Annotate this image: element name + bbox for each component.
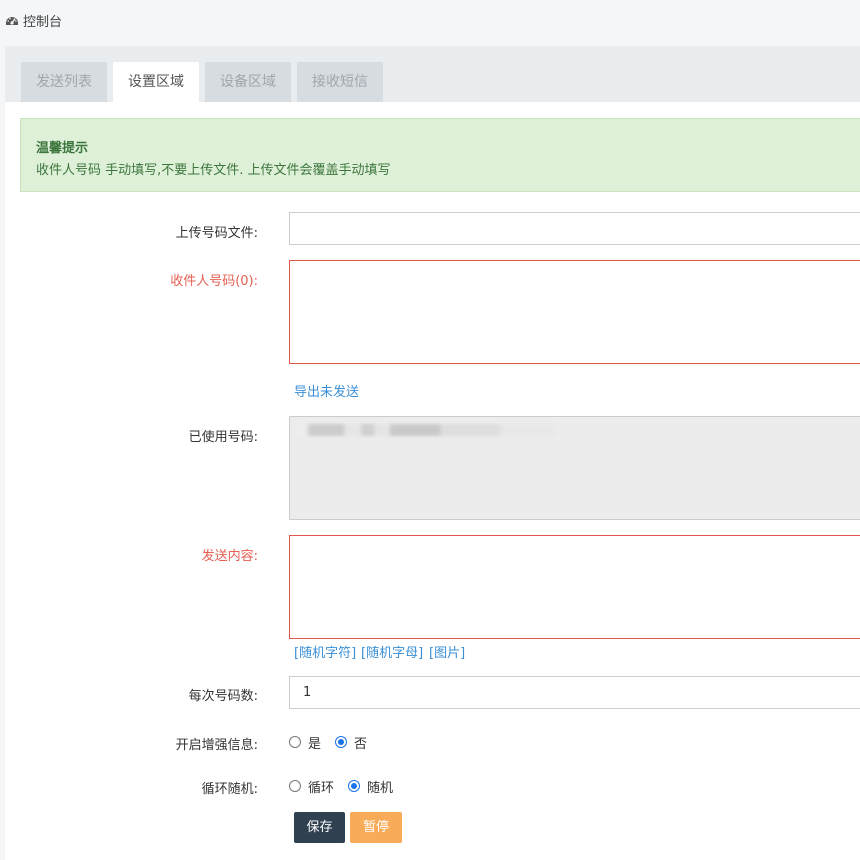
- upload-label: 上传号码文件:: [175, 226, 258, 241]
- insert-random-letters-link[interactable]: [随机字母]: [361, 642, 423, 661]
- enhanced-no-label: 否: [354, 736, 368, 752]
- tab-settings[interactable]: 设置区域: [113, 62, 199, 102]
- loop-radio-group: 循环 随机: [289, 776, 407, 796]
- loop-random-radio[interactable]: [348, 780, 361, 792]
- enhanced-yes-label: 是: [308, 736, 322, 752]
- redacted-numbers: [295, 424, 555, 436]
- tab-receive-sms[interactable]: 接收短信: [297, 62, 383, 102]
- loop-cycle-radio[interactable]: [289, 780, 301, 792]
- recipients-label: 收件人号码(0):: [170, 274, 258, 289]
- page-title: 控制台: [23, 15, 63, 30]
- export-unsent-link[interactable]: 导出未发送: [294, 381, 359, 400]
- per-batch-label: 每次号码数:: [188, 689, 258, 704]
- dashboard-icon: [5, 13, 19, 27]
- tab-strip: 发送列表 设置区域 设备区域 接收短信: [5, 46, 860, 102]
- tab-devices[interactable]: 设备区域: [205, 62, 291, 102]
- top-bar: 控制台: [0, 0, 860, 40]
- alert-text: 收件人号码 手动填写,不要上传文件. 上传文件会覆盖手动填写: [36, 163, 391, 178]
- alert-title: 温馨提示: [36, 141, 89, 156]
- used-numbers-label: 已使用号码:: [188, 430, 258, 445]
- loop-random-label: 随机: [367, 780, 394, 796]
- insert-image-link[interactable]: [图片]: [429, 642, 465, 661]
- enhanced-label: 开启增强信息:: [175, 738, 258, 753]
- enhanced-no-radio[interactable]: [335, 736, 348, 748]
- pause-button[interactable]: 暂停: [350, 812, 402, 843]
- enhanced-radio-group: 是 否: [289, 732, 381, 752]
- tip-alert: 温馨提示 收件人号码 手动填写,不要上传文件. 上传文件会覆盖手动填写: [20, 118, 860, 192]
- content-textarea[interactable]: [289, 535, 860, 639]
- insert-random-chars-link[interactable]: [随机字符]: [294, 642, 356, 661]
- content-label: 发送内容:: [201, 549, 258, 564]
- loop-label: 循环随机:: [201, 782, 258, 797]
- save-button[interactable]: 保存: [294, 812, 345, 843]
- enhanced-yes-radio[interactable]: [289, 736, 301, 748]
- recipients-textarea[interactable]: [289, 260, 860, 364]
- loop-cycle-label: 循环: [308, 780, 335, 796]
- upload-file-input[interactable]: [289, 212, 860, 245]
- tab-send-list[interactable]: 发送列表: [21, 62, 107, 102]
- per-batch-input[interactable]: [289, 676, 860, 709]
